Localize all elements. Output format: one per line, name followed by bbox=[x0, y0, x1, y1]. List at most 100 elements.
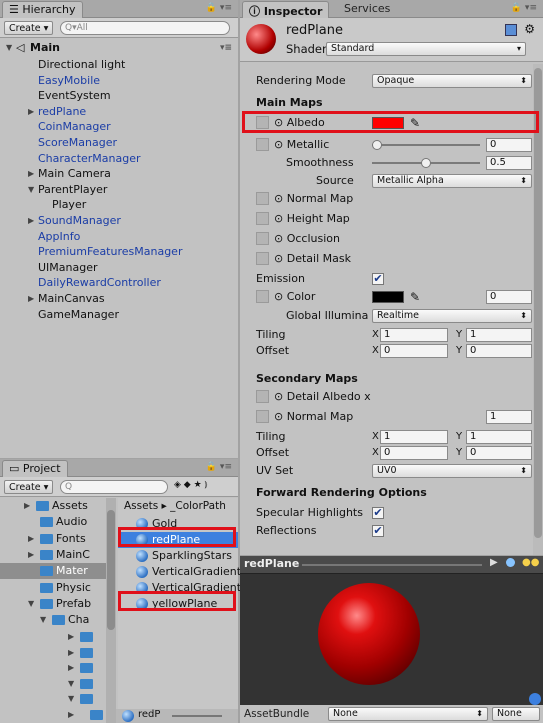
assetbundle-dropdown[interactable]: None ⬍ bbox=[328, 707, 488, 721]
expand-arrow-icon[interactable]: ▶ bbox=[68, 645, 74, 661]
expand-arrow-icon[interactable]: ▼ bbox=[28, 596, 34, 612]
subfolder-item[interactable]: ▼ bbox=[0, 676, 106, 692]
project-menu-icon[interactable]: 🔒 ▾≡ bbox=[206, 462, 232, 472]
expand-arrow-icon[interactable]: ▶ bbox=[28, 166, 34, 182]
hierarchy-item[interactable]: ▶ SoundManager bbox=[0, 213, 238, 229]
hierarchy-item[interactable]: Player bbox=[0, 197, 238, 213]
expand-arrow-icon[interactable]: ▶ bbox=[28, 547, 34, 563]
folder-item[interactable]: Physic bbox=[0, 580, 106, 596]
inspector-scrollbar[interactable] bbox=[533, 64, 543, 555]
tab-hierarchy[interactable]: ☰ Hierarchy bbox=[2, 1, 83, 18]
reflections-checkbox[interactable]: ✔ bbox=[372, 525, 384, 537]
expand-arrow-icon[interactable]: ▶ bbox=[68, 629, 74, 645]
uv-set-dropdown[interactable]: UV0 ⬍ bbox=[372, 464, 532, 478]
project-create-button[interactable]: Create ▾ bbox=[4, 480, 54, 494]
expand-arrow-icon[interactable]: ▶ bbox=[68, 660, 74, 676]
emission-color-swatch[interactable] bbox=[372, 291, 404, 303]
subfolder-item[interactable]: ▶ bbox=[0, 629, 106, 645]
lights-toggle-icon[interactable]: ●● bbox=[522, 557, 539, 568]
scene-menu-icon[interactable]: ▾≡ bbox=[220, 40, 232, 56]
expand-arrow-icon[interactable]: ▶ bbox=[24, 498, 30, 514]
hierarchy-item[interactable]: ▼ ParentPlayer bbox=[0, 182, 238, 198]
folder-item[interactable]: Mater bbox=[0, 563, 106, 580]
expand-arrow-icon[interactable]: ▶ bbox=[28, 104, 34, 120]
folder-item[interactable]: ▶ Fonts bbox=[0, 531, 106, 547]
gear-icon[interactable]: ⚙ bbox=[524, 22, 535, 36]
tiling-y-field[interactable]: 1 bbox=[466, 328, 532, 342]
sec-tiling-x-field[interactable]: 1 bbox=[380, 430, 448, 444]
eyedropper-icon[interactable]: ✎ bbox=[410, 288, 420, 306]
expand-arrow-icon[interactable]: ▶ bbox=[28, 291, 34, 307]
folder-item[interactable]: ▶ Assets bbox=[0, 498, 106, 514]
hierarchy-item[interactable]: ScoreManager bbox=[0, 135, 238, 151]
play-icon[interactable]: ▶ bbox=[490, 557, 498, 568]
subfolder-item[interactable]: ▶ bbox=[0, 645, 106, 661]
sec-offset-x-field[interactable]: 0 bbox=[380, 446, 448, 460]
inspector-menu-icon[interactable]: 🔒 ▾≡ bbox=[511, 3, 537, 13]
offset-x-field[interactable]: 0 bbox=[380, 344, 448, 358]
filter-icons[interactable]: ◈ ◆ ★ ⦆ bbox=[174, 480, 208, 490]
asset-item[interactable]: VerticalGradient bbox=[118, 564, 241, 580]
occlusion-texture-slot[interactable] bbox=[256, 232, 269, 245]
gi-dropdown[interactable]: Realtime ⬍ bbox=[372, 309, 532, 323]
offset-y-field[interactable]: 0 bbox=[466, 344, 532, 358]
expand-arrow-icon[interactable]: ▶ bbox=[28, 213, 34, 229]
tab-inspector[interactable]: ⓘ Inspector bbox=[242, 1, 330, 18]
expand-arrow-icon[interactable]: ▼ bbox=[6, 40, 12, 56]
assetbundle-variant-dropdown[interactable]: None bbox=[492, 707, 540, 721]
emission-texture-slot[interactable] bbox=[256, 290, 269, 303]
hierarchy-item[interactable]: Directional light bbox=[0, 57, 238, 73]
create-button[interactable]: Create ▾ bbox=[4, 21, 54, 35]
emission-checkbox[interactable]: ✔ bbox=[372, 273, 384, 285]
hierarchy-item[interactable]: AppInfo bbox=[0, 229, 238, 245]
tab-project[interactable]: ▭ Project bbox=[2, 460, 68, 477]
light-icon[interactable] bbox=[506, 558, 515, 567]
detail-mask-texture-slot[interactable] bbox=[256, 252, 269, 265]
folder-item[interactable]: ▼ Prefab bbox=[0, 596, 106, 612]
asset-item[interactable]: SparklingStars bbox=[118, 548, 238, 564]
panel-menu-icon[interactable]: 🔒 ▾≡ bbox=[206, 3, 232, 13]
hierarchy-item[interactable]: EventSystem bbox=[0, 88, 238, 104]
metallic-field[interactable]: 0 bbox=[486, 138, 532, 152]
smoothness-slider-knob[interactable] bbox=[421, 158, 431, 168]
height-map-texture-slot[interactable] bbox=[256, 212, 269, 225]
zoom-slider[interactable] bbox=[172, 715, 222, 717]
preview-resize-icon[interactable] bbox=[529, 693, 541, 705]
metallic-slider-track[interactable] bbox=[372, 144, 480, 146]
metallic-slider-knob[interactable] bbox=[372, 140, 382, 150]
hierarchy-item[interactable]: ▶ Main Camera bbox=[0, 166, 238, 182]
hierarchy-item[interactable]: UIManager bbox=[0, 260, 238, 276]
subfolder-item[interactable]: ▼ bbox=[0, 691, 106, 707]
smoothness-field[interactable]: 0.5 bbox=[486, 156, 532, 170]
detail-albedo-texture-slot[interactable] bbox=[256, 390, 269, 403]
expand-arrow-icon[interactable]: ▶ bbox=[68, 707, 74, 723]
shader-dropdown[interactable]: Standard ▾ bbox=[326, 42, 526, 56]
subfolder-item[interactable]: ▶ bbox=[0, 660, 106, 676]
hierarchy-item[interactable]: CharacterManager bbox=[0, 151, 238, 167]
hierarchy-item[interactable]: EasyMobile bbox=[0, 73, 238, 89]
sec-tiling-y-field[interactable]: 1 bbox=[466, 430, 532, 444]
inspector-scroll-thumb[interactable] bbox=[534, 68, 542, 538]
hierarchy-item[interactable]: CoinManager bbox=[0, 119, 238, 135]
tiling-x-field[interactable]: 1 bbox=[380, 328, 448, 342]
folder-item[interactable]: Audio bbox=[0, 514, 106, 530]
project-search-input[interactable]: Q bbox=[60, 480, 168, 494]
sec-normal-map-texture-slot[interactable] bbox=[256, 410, 269, 423]
specular-checkbox[interactable]: ✔ bbox=[372, 507, 384, 519]
folder-item[interactable]: ▶ MainC bbox=[0, 547, 106, 563]
expand-arrow-icon[interactable]: ▼ bbox=[40, 612, 46, 628]
hierarchy-item[interactable]: PremiumFeaturesManager bbox=[0, 244, 238, 260]
hierarchy-item[interactable]: ▶ MainCanvas bbox=[0, 291, 238, 307]
expand-arrow-icon[interactable]: ▼ bbox=[68, 691, 74, 707]
sec-offset-y-field[interactable]: 0 bbox=[466, 446, 532, 460]
emission-intensity-field[interactable]: 0 bbox=[486, 290, 532, 304]
folder-item[interactable]: ▼ Cha bbox=[0, 612, 106, 628]
source-dropdown[interactable]: Metallic Alpha ⬍ bbox=[372, 174, 532, 188]
tab-services[interactable]: Services bbox=[338, 1, 396, 18]
hierarchy-item[interactable]: ▶ redPlane bbox=[0, 104, 238, 120]
hierarchy-item[interactable]: GameManager bbox=[0, 307, 238, 323]
subfolder-item[interactable]: ▶ bbox=[0, 707, 106, 723]
expand-arrow-icon[interactable]: ▼ bbox=[68, 676, 74, 692]
normal-map-texture-slot[interactable] bbox=[256, 192, 269, 205]
collapse-arrow-icon[interactable]: ▼ bbox=[28, 182, 34, 198]
